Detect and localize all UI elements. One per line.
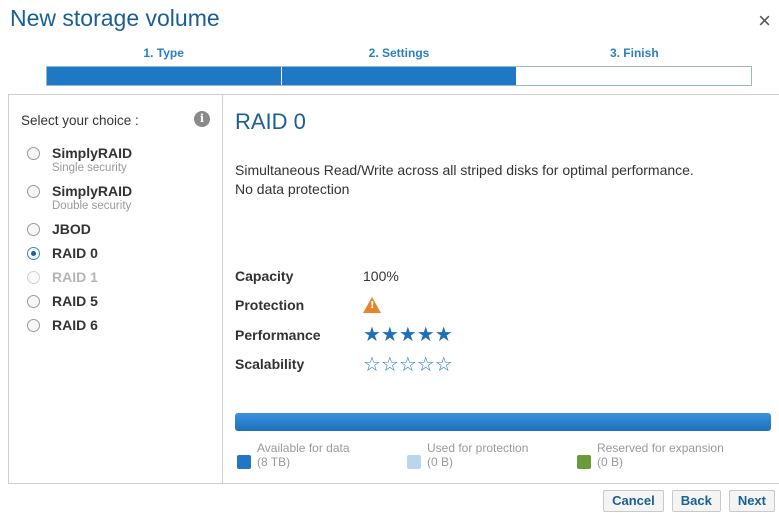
dialog-buttons: Cancel Back Next (603, 490, 775, 512)
option-simplyraid-double[interactable]: SimplyRAID Double security (27, 183, 217, 213)
warning-icon (363, 297, 381, 314)
option-name: SimplyRAID (52, 145, 133, 161)
raid-detail: RAID 0 Simultaneous Read/Write across al… (235, 95, 779, 483)
property-scalability: Scalability ☆☆☆☆☆ (235, 350, 453, 380)
legend-value: (0 B) (597, 455, 624, 469)
step-label-settings: 2. Settings (368, 46, 430, 60)
info-icon[interactable]: i (194, 111, 210, 127)
cancel-button[interactable]: Cancel (603, 490, 664, 512)
step-segment-finish (517, 67, 751, 85)
next-button[interactable]: Next (728, 490, 775, 512)
radio-button-selected[interactable] (27, 247, 40, 260)
radio-button[interactable] (27, 319, 40, 332)
legend-value: (8 TB) (257, 455, 291, 469)
wizard-steps: 1. Type 2. Settings 3. Finish (46, 46, 752, 86)
available-swatch (237, 455, 251, 469)
option-name: RAID 5 (52, 293, 98, 309)
legend-value: (0 B) (427, 455, 454, 469)
select-choice-label: Select your choice : (21, 113, 139, 128)
legend-label: Available for data (257, 441, 350, 455)
radio-button-disabled (27, 271, 40, 284)
option-simplyraid-single[interactable]: SimplyRAID Single security (27, 145, 217, 175)
radio-button[interactable] (27, 147, 40, 160)
raid-description: Simultaneous Read/Write across all strip… (235, 161, 755, 199)
back-button[interactable]: Back (671, 490, 721, 512)
scalability-stars-icon: ☆☆☆☆☆ (363, 353, 453, 376)
storage-allocation-bar (235, 413, 771, 431)
content-panel: Select your choice : i SimplyRAID Single… (8, 94, 779, 484)
radio-button[interactable] (27, 295, 40, 308)
legend-label: Used for protection (427, 441, 529, 455)
legend-protection: Used for protection (0 B) (407, 441, 577, 469)
description-line: Simultaneous Read/Write across all strip… (235, 162, 694, 178)
property-label: Scalability (235, 356, 305, 373)
expansion-swatch (577, 455, 591, 469)
raid-options: SimplyRAID Single security SimplyRAID Do… (27, 145, 217, 341)
option-subtitle: Single security (52, 162, 127, 174)
option-subtitle: Double security (52, 200, 132, 212)
option-jbod[interactable]: JBOD (27, 221, 217, 237)
choice-sidebar: Select your choice : i SimplyRAID Single… (9, 95, 223, 483)
step-labels: 1. Type 2. Settings 3. Finish (46, 46, 752, 64)
property-label: Capacity (235, 267, 294, 284)
step-segment-settings (282, 67, 517, 85)
step-segment-type (47, 67, 282, 85)
property-label: Performance (235, 326, 321, 343)
step-label-type: 1. Type (143, 46, 184, 60)
option-raid6[interactable]: RAID 6 (27, 317, 217, 333)
close-icon[interactable]: × (758, 10, 771, 32)
property-label: Protection (235, 297, 305, 314)
option-raid0[interactable]: RAID 0 (27, 245, 217, 261)
property-performance: Performance ★★★★★ (235, 320, 453, 350)
legend-label: Reserved for expansion (597, 441, 724, 455)
raid-title: RAID 0 (235, 109, 306, 134)
step-progress-bar (46, 66, 752, 86)
storage-legend: Available for data (8 TB) Used for prote… (237, 441, 777, 469)
legend-expansion: Reserved for expansion (0 B) (577, 441, 747, 469)
option-raid5[interactable]: RAID 5 (27, 293, 217, 309)
property-capacity: Capacity 100% (235, 261, 453, 291)
description-line: No data protection (235, 181, 350, 197)
property-protection: Protection (235, 291, 453, 321)
raid-properties: Capacity 100% Protection Performance ★★★… (235, 261, 453, 379)
legend-available: Available for data (8 TB) (237, 441, 407, 469)
option-name: RAID 0 (52, 245, 98, 261)
radio-button[interactable] (27, 223, 40, 236)
option-name: RAID 1 (52, 269, 98, 285)
radio-button[interactable] (27, 185, 40, 198)
option-raid1: RAID 1 (27, 269, 217, 285)
capacity-value: 100% (363, 267, 399, 284)
protection-swatch (407, 455, 421, 469)
dialog-title: New storage volume (10, 5, 220, 31)
step-label-finish: 3. Finish (609, 46, 659, 60)
option-name: SimplyRAID (52, 183, 133, 199)
performance-stars-icon: ★★★★★ (363, 324, 453, 347)
option-name: JBOD (52, 221, 91, 237)
option-name: RAID 6 (52, 317, 98, 333)
